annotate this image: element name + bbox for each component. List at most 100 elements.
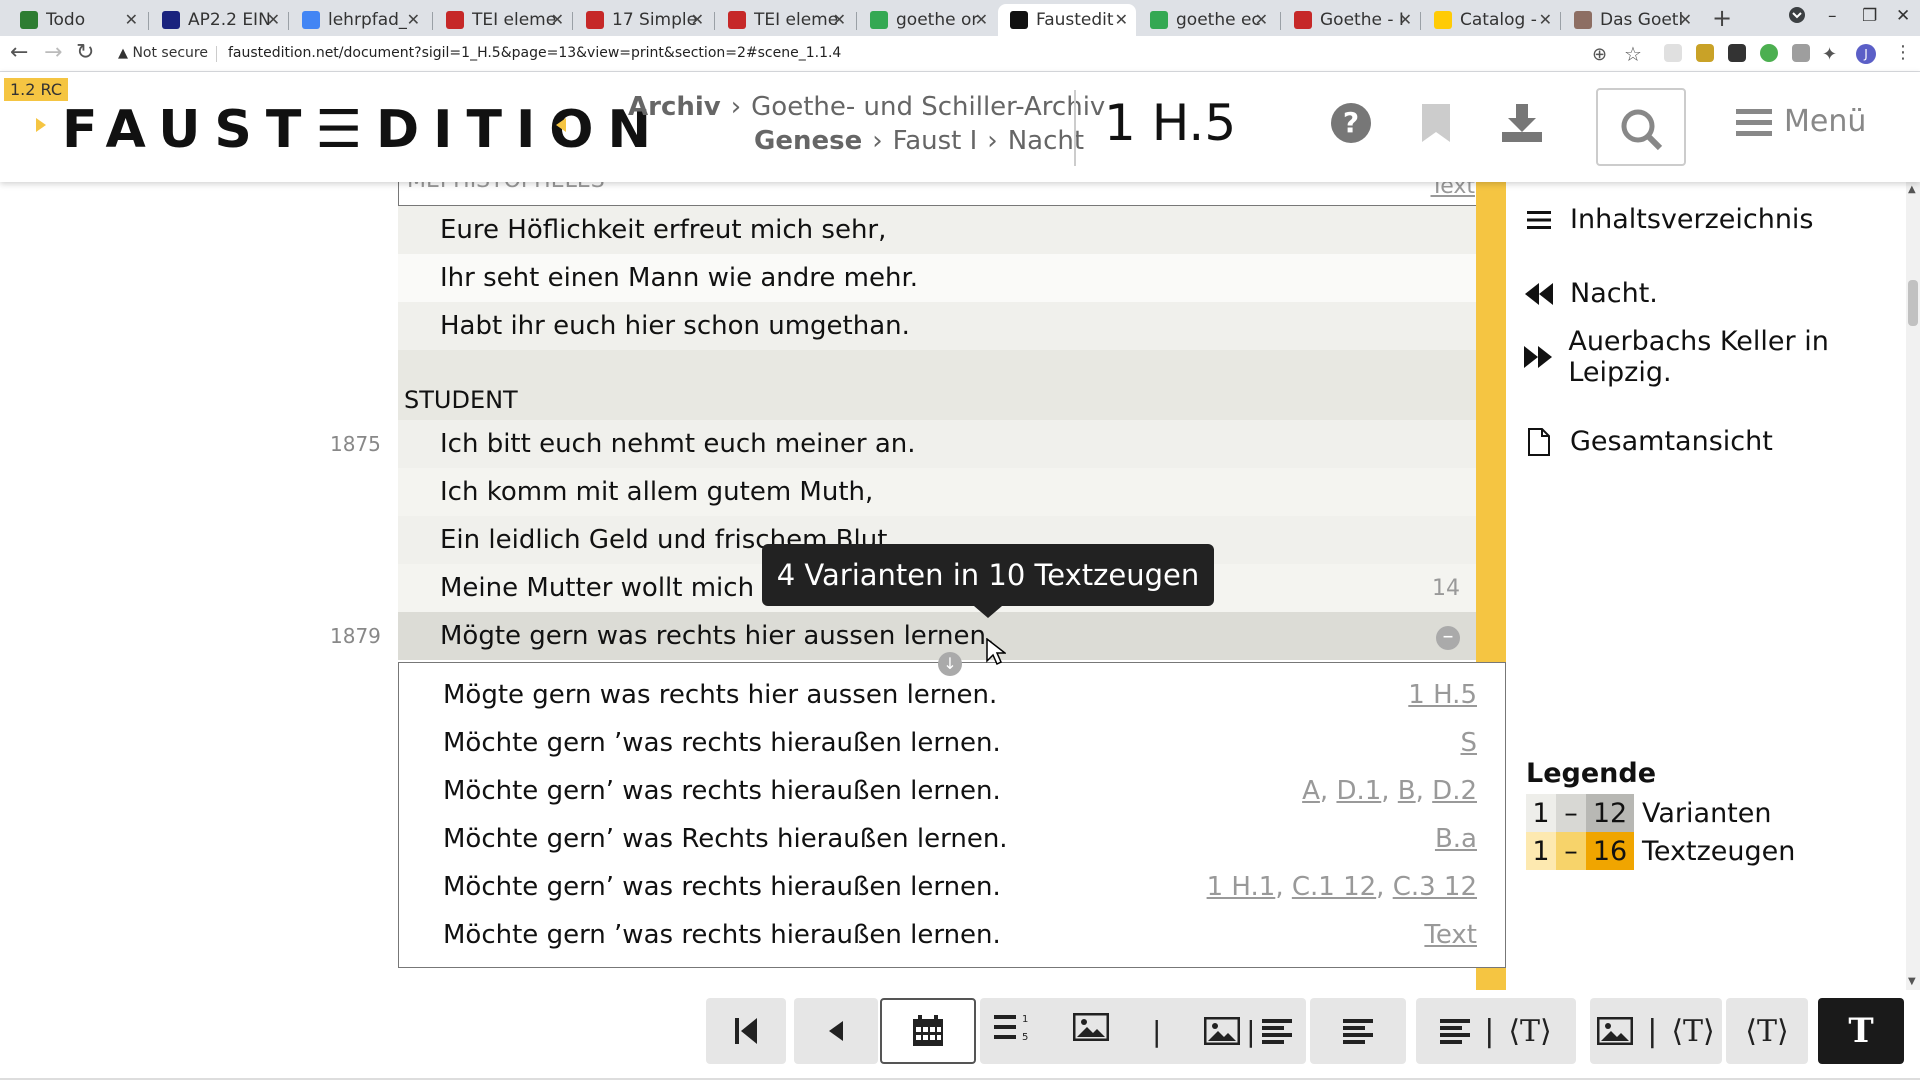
- verse-line[interactable]: Ich bitt euch nehmt euch meiner an.: [398, 420, 1476, 468]
- browser-tab[interactable]: Todo ✕: [8, 4, 146, 36]
- text-diplomatic-view-button[interactable]: | ⟨T⟩: [1416, 998, 1576, 1064]
- browser-tab[interactable]: goethe ec ✕: [1138, 4, 1276, 36]
- scroll-up-icon[interactable]: ▲: [1908, 184, 1916, 195]
- extension-puzzle-small-icon[interactable]: [1792, 44, 1810, 62]
- verse-line[interactable]: Eure Höflichkeit erfreut mich sehr,: [398, 206, 1476, 254]
- prev-scene-link[interactable]: Nacht.: [1524, 278, 1658, 309]
- tab-close-icon[interactable]: ✕: [1679, 10, 1692, 29]
- expand-arrow-icon[interactable]: ↓: [938, 652, 962, 676]
- witness-sigil-link[interactable]: 1 H.5: [1408, 680, 1477, 710]
- bookmark-star-icon[interactable]: ☆: [1624, 42, 1642, 66]
- tab-close-icon[interactable]: ✕: [267, 10, 280, 29]
- extension-page-icon[interactable]: [1664, 44, 1682, 62]
- browser-tab[interactable]: goethe or ✕: [858, 4, 996, 36]
- profile-avatar[interactable]: J: [1856, 44, 1876, 64]
- url-field[interactable]: faustedition.net/document?sigil=1_H.5&pa…: [228, 45, 841, 61]
- reload-icon[interactable]: ↻: [76, 40, 94, 65]
- witness-sigil-link[interactable]: C.3 12: [1393, 872, 1477, 902]
- help-icon[interactable]: ?: [1330, 102, 1372, 148]
- breadcrumb-genesis-item-1[interactable]: Faust I: [893, 126, 978, 156]
- browser-tab[interactable]: Goethe - I ✕: [1282, 4, 1420, 36]
- verse-line[interactable]: Ihr seht einen Mann wie andre mehr.: [398, 254, 1476, 302]
- first-page-button[interactable]: [706, 998, 786, 1064]
- tab-close-icon[interactable]: ✕: [975, 10, 988, 29]
- variant-text: Möchte gern’ was Rechts hieraußen lernen…: [443, 824, 1008, 854]
- image-icon: [1597, 1017, 1634, 1045]
- menu-button[interactable]: Menü: [1736, 104, 1866, 139]
- browser-tab[interactable]: Das Goetl ✕: [1562, 4, 1700, 36]
- tab-title: lehrpfad_: [328, 10, 408, 30]
- tab-search-icon[interactable]: [1788, 6, 1806, 29]
- witness-sigil-link[interactable]: A: [1302, 776, 1320, 806]
- breadcrumb-archive-item[interactable]: Goethe- und Schiller-Archiv: [751, 92, 1105, 122]
- extension-circle-icon[interactable]: [1760, 44, 1778, 62]
- tab-close-icon[interactable]: ✕: [1399, 10, 1412, 29]
- browser-tab[interactable]: 17 Simple ✕: [574, 4, 712, 36]
- witness-sigil-link[interactable]: Text: [1424, 920, 1477, 950]
- witness-sigil-link[interactable]: 1 H.1: [1207, 872, 1276, 902]
- line-numbers-view-button[interactable]: 15: [994, 1012, 1030, 1050]
- security-indicator[interactable]: ▲ Not secure: [118, 45, 208, 61]
- facsimile-diplomatic-view-button[interactable]: | ⟨T⟩: [1590, 998, 1722, 1064]
- breadcrumb-genesis: Genese › Faust I › Nacht: [754, 126, 1084, 156]
- browser-tab[interactable]: TEI eleme ✕: [434, 4, 572, 36]
- breadcrumb-archive-root[interactable]: Archiv: [628, 92, 721, 122]
- toc-link[interactable]: Inhaltsverzeichnis: [1524, 204, 1814, 235]
- text-view-button[interactable]: [1310, 998, 1406, 1064]
- back-arrow-icon[interactable]: ←: [10, 40, 28, 65]
- print-text-view-button[interactable]: T: [1818, 998, 1904, 1064]
- scrollbar-thumb[interactable]: [1908, 280, 1918, 326]
- witness-sigil-link[interactable]: C.1 12: [1292, 872, 1376, 902]
- list-icon: [1524, 210, 1554, 230]
- tab-close-icon[interactable]: ✕: [1255, 10, 1268, 29]
- new-tab-button[interactable]: +: [1712, 4, 1732, 32]
- minimize-window-icon[interactable]: –: [1828, 6, 1837, 26]
- browser-tab[interactable]: AP2.2 EIN ✕: [150, 4, 288, 36]
- search-button[interactable]: [1596, 88, 1686, 166]
- verse-line[interactable]: Ich komm mit allem gutem Muth,: [398, 468, 1476, 516]
- collapse-variants-icon[interactable]: –: [1436, 626, 1460, 650]
- scroll-down-icon[interactable]: ▼: [1908, 976, 1916, 987]
- download-icon[interactable]: [1500, 102, 1544, 148]
- witness-sigil-link[interactable]: B.a: [1435, 824, 1477, 854]
- tab-close-icon[interactable]: ✕: [833, 10, 846, 29]
- zoom-icon[interactable]: ⊕: [1592, 44, 1607, 65]
- tab-close-icon[interactable]: ✕: [1115, 10, 1128, 29]
- facsimile-text-view-button[interactable]: |: [1204, 1015, 1292, 1048]
- bookmark-icon[interactable]: [1420, 102, 1452, 148]
- restore-window-icon[interactable]: ❐: [1862, 6, 1877, 26]
- breadcrumb-genesis-root[interactable]: Genese: [754, 126, 862, 156]
- verse-line[interactable]: Habt ihr euch hier schon umgethan.: [398, 302, 1476, 350]
- tab-close-icon[interactable]: ✕: [1539, 10, 1552, 29]
- close-window-icon[interactable]: ✕: [1896, 6, 1910, 26]
- tab-close-icon[interactable]: ✕: [691, 10, 704, 29]
- calendar-view-button[interactable]: [880, 998, 976, 1064]
- witness-sigil-link[interactable]: S: [1460, 728, 1477, 758]
- variant-text: Mögte gern was rechts hier aussen lernen…: [443, 680, 998, 710]
- extension-leaf-icon[interactable]: [1728, 44, 1746, 62]
- extensions-puzzle-icon[interactable]: ✦: [1822, 44, 1837, 65]
- next-scene-link[interactable]: Auerbachs Keller in Leipzig.: [1524, 326, 1920, 388]
- legend-scale-cell: –: [1556, 794, 1586, 832]
- variant-heat-bar: [1476, 182, 1506, 664]
- forward-arrow-icon[interactable]: →: [44, 40, 62, 65]
- witness-sigil-link[interactable]: D.2: [1432, 776, 1477, 806]
- extension-zotero-icon[interactable]: [1696, 44, 1714, 62]
- tab-close-icon[interactable]: ✕: [125, 10, 138, 29]
- witness-sigil-link[interactable]: D.1: [1336, 776, 1381, 806]
- tab-close-icon[interactable]: ✕: [551, 10, 564, 29]
- verse-line[interactable]: Mögte gern was rechts hier aussen lernen…: [398, 612, 1476, 660]
- breadcrumb-genesis-item-2[interactable]: Nacht: [1008, 126, 1084, 156]
- witness-sigil-link[interactable]: B: [1398, 776, 1416, 806]
- tab-close-icon[interactable]: ✕: [407, 10, 420, 29]
- browser-menu-icon[interactable]: ⋮: [1894, 42, 1912, 63]
- browser-tab[interactable]: Faustedit ✕: [998, 4, 1136, 36]
- facsimile-view-button[interactable]: [1072, 1012, 1110, 1049]
- browser-tab[interactable]: Catalog - ✕: [1422, 4, 1560, 36]
- browser-tab[interactable]: lehrpfad_ ✕: [290, 4, 428, 36]
- prev-page-button[interactable]: [794, 998, 878, 1064]
- browser-tab[interactable]: TEI eleme ✕: [716, 4, 854, 36]
- diplomatic-view-button[interactable]: ⟨T⟩: [1726, 998, 1808, 1064]
- faust-edition-logo[interactable]: FAUST☰DITION: [62, 100, 665, 160]
- overview-link[interactable]: Gesamtansicht: [1524, 426, 1773, 457]
